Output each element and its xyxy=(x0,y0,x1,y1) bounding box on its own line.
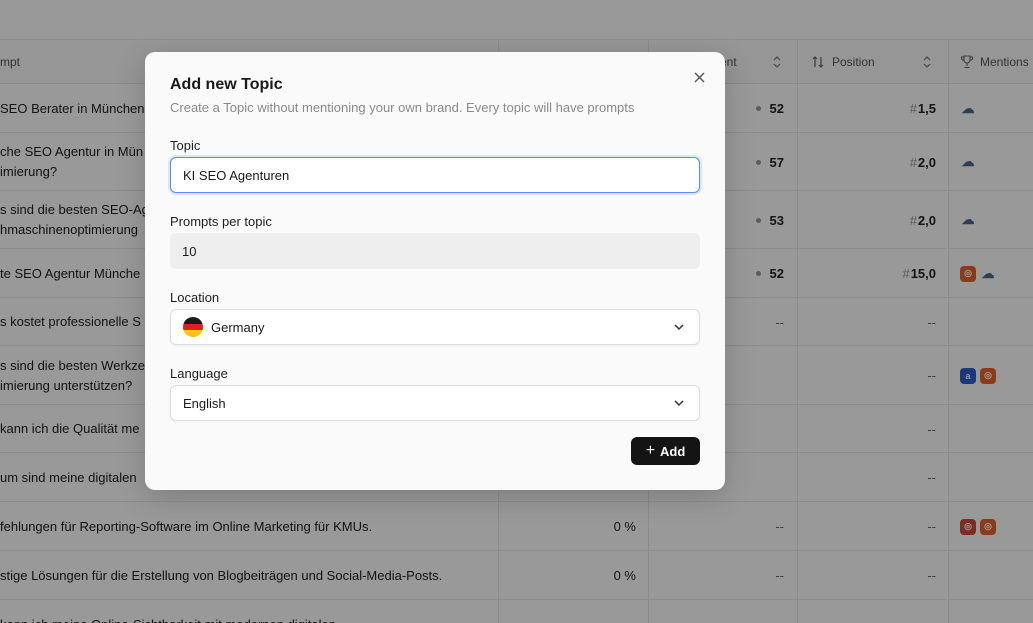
prompts-per-topic-field[interactable]: 10 xyxy=(170,233,700,269)
plus-icon: + xyxy=(645,442,656,459)
language-value: English xyxy=(183,395,226,411)
add-topic-dialog: Add new Topic Create a Topic without men… xyxy=(145,52,725,490)
add-button[interactable]: + Add xyxy=(631,437,700,465)
chevron-down-icon xyxy=(674,324,684,331)
dialog-title: Add new Topic xyxy=(170,76,283,93)
topic-label: Topic xyxy=(170,138,201,153)
chevron-down-icon xyxy=(674,400,684,407)
close-button[interactable] xyxy=(691,69,707,85)
language-label: Language xyxy=(170,366,228,381)
dialog-subtitle: Create a Topic without mentioning your o… xyxy=(170,100,635,115)
add-button-label: Add xyxy=(660,443,686,459)
location-select[interactable]: Germany xyxy=(170,309,700,345)
language-select[interactable]: English xyxy=(170,385,700,421)
topic-input[interactable] xyxy=(170,157,700,193)
location-label: Location xyxy=(170,290,220,305)
close-icon xyxy=(694,72,704,82)
prompts-per-topic-label: Prompts per topic xyxy=(170,214,272,229)
location-value: Germany xyxy=(211,319,265,335)
germany-flag-icon xyxy=(183,317,203,337)
prompts-per-topic-value: 10 xyxy=(182,243,197,259)
